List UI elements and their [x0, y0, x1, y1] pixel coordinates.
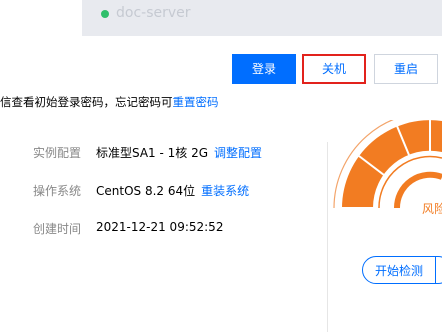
tab-doc-server[interactable]: doc-server: [82, 0, 442, 36]
spec-value: 标准型SA1 - 1核 2G: [96, 146, 209, 160]
password-hint-text: 信查看初始登录密码，忘记密码可: [0, 95, 173, 109]
shutdown-button[interactable]: 关机: [302, 54, 366, 84]
created-label: 创建时间: [33, 222, 82, 236]
password-hint: 信查看初始登录密码，忘记密码可重置密码: [0, 94, 219, 110]
running-status-icon: [101, 10, 109, 18]
reinstall-os-link[interactable]: 重装系统: [201, 184, 249, 198]
adjust-config-link[interactable]: 调整配置: [214, 146, 262, 160]
os-value: CentOS 8.2 64位: [96, 184, 196, 198]
login-button[interactable]: 登录: [232, 54, 296, 84]
tab-bar: doc-server: [0, 0, 442, 36]
divider: [327, 142, 328, 332]
start-check-button[interactable]: 开始检测: [362, 256, 442, 284]
instance-detail-page: doc-server 登录 关机 重启 信查看初始登录密码，忘记密码可重置密码 …: [0, 0, 442, 332]
start-check-label: 开始检测: [375, 264, 424, 278]
created-value: 2021-12-21 09:52:52: [96, 220, 224, 234]
os-value-row: CentOS 8.2 64位 重装系统: [96, 182, 249, 199]
restart-button[interactable]: 重启: [374, 54, 438, 84]
spec-value-row: 标准型SA1 - 1核 2G 调整配置: [96, 144, 262, 161]
spec-label: 实例配置: [33, 146, 82, 160]
os-label: 操作系统: [33, 184, 82, 198]
reset-password-link[interactable]: 重置密码: [173, 95, 219, 109]
tab-blank: [0, 0, 82, 36]
security-risk-gauge: 风险: [333, 120, 442, 234]
tab-server-name: doc-server: [116, 5, 191, 21]
gauge-text: 风险: [422, 201, 442, 216]
button-separator: [435, 257, 436, 283]
